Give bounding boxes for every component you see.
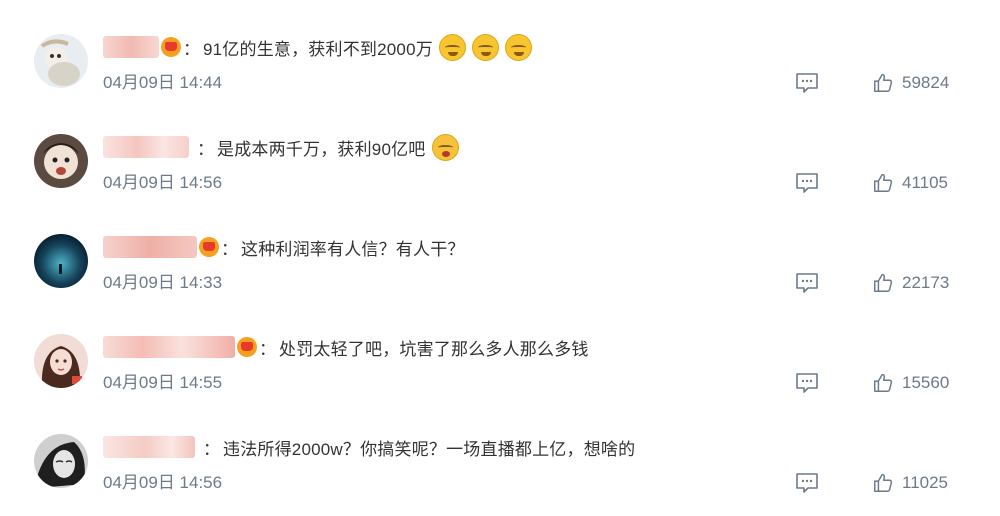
comment-text: 处罚太轻了吧，坑害了那么多人那么多钱: [279, 339, 589, 359]
comment-header: ： 违法所得2000w？你搞笑呢？一场直播都上亿，想啥的: [103, 432, 635, 462]
username-blurred[interactable]: [103, 36, 159, 58]
thumbs-up-icon: [874, 173, 893, 192]
crying-emoji-icon: [431, 133, 459, 161]
avatar[interactable]: [34, 434, 88, 488]
comment-icon[interactable]: [795, 172, 819, 194]
like-count: 59824: [902, 73, 950, 92]
comment-timestamp: 04月09日 14:55: [103, 373, 223, 392]
smirk-emoji-icon: [438, 33, 466, 61]
like-button[interactable]: 41105: [872, 171, 948, 195]
thumbs-up-icon: [874, 273, 893, 292]
thumbs-up-icon: [874, 473, 893, 492]
like-count: 11025: [902, 473, 949, 492]
comment-icon[interactable]: [795, 272, 819, 294]
comment-header: ： 是成本两千万，获利90亿吧: [103, 132, 459, 162]
like-button[interactable]: 22173: [872, 271, 949, 295]
comment-icon[interactable]: [795, 472, 819, 494]
like-button[interactable]: 15560: [872, 371, 949, 395]
vip-crown-badge-icon: [161, 37, 181, 57]
comment-header: ： 这种利润率有人信？有人干？: [103, 232, 465, 262]
comment-item: ： 91亿的生意，获利不到2000万 04月09日 14:44 59824: [0, 0, 1000, 100]
comment-item: ： 是成本两千万，获利90亿吧 04月09日 14:56 41105: [0, 100, 1000, 200]
comment-text: 这种利润率有人信？有人干？: [241, 239, 465, 259]
comment-icon[interactable]: [795, 372, 819, 394]
separator: ：: [259, 339, 276, 359]
like-button[interactable]: 59824: [872, 71, 949, 95]
comment-header: ： 处罚太轻了吧，坑害了那么多人那么多钱: [103, 332, 589, 362]
comment-text: 91亿的生意，获利不到2000万: [203, 39, 433, 59]
smirk-emoji-icon: [504, 33, 532, 61]
comment-item: ： 这种利润率有人信？有人干？ 04月09日 14:33 22173: [0, 200, 1000, 300]
separator: ：: [221, 239, 238, 259]
comment-timestamp: 04月09日 14:44: [103, 73, 223, 92]
thumbs-up-icon: [874, 73, 893, 92]
comment-header: ： 91亿的生意，获利不到2000万: [103, 32, 532, 62]
comment-timestamp: 04月09日 14:56: [103, 173, 223, 192]
like-count: 41105: [902, 173, 949, 192]
comment-timestamp: 04月09日 14:33: [103, 273, 223, 292]
smirk-emoji-icon: [471, 33, 499, 61]
avatar[interactable]: [34, 234, 88, 288]
avatar[interactable]: [34, 334, 88, 388]
like-count: 15560: [902, 373, 950, 392]
username-blurred[interactable]: [103, 136, 189, 158]
comment-item: ： 违法所得2000w？你搞笑呢？一场直播都上亿，想啥的 04月09日 14:5…: [0, 400, 1000, 500]
username-blurred[interactable]: [103, 336, 235, 358]
comment-timestamp: 04月09日 14:56: [103, 473, 223, 492]
vip-crown-badge-icon: [199, 237, 219, 257]
comment-text: 违法所得2000w？你搞笑呢？一场直播都上亿，想啥的: [223, 439, 636, 459]
thumbs-up-icon: [874, 373, 893, 392]
comment-item: ： 处罚太轻了吧，坑害了那么多人那么多钱 04月09日 14:55 15560: [0, 300, 1000, 400]
comment-icon[interactable]: [795, 72, 819, 94]
separator: ：: [203, 439, 220, 459]
vip-crown-badge-icon: [237, 337, 257, 357]
like-button[interactable]: 11025: [872, 471, 948, 495]
username-blurred[interactable]: [103, 236, 197, 258]
comment-text: 是成本两千万，获利90亿吧: [217, 139, 426, 159]
username-blurred[interactable]: [103, 436, 195, 458]
avatar[interactable]: [34, 34, 88, 88]
avatar[interactable]: [34, 134, 88, 188]
separator: ：: [197, 139, 214, 159]
comment-list: ： 91亿的生意，获利不到2000万 04月09日 14:44 59824 ： …: [0, 0, 1000, 516]
separator: ：: [183, 39, 200, 59]
like-count: 22173: [902, 273, 950, 292]
